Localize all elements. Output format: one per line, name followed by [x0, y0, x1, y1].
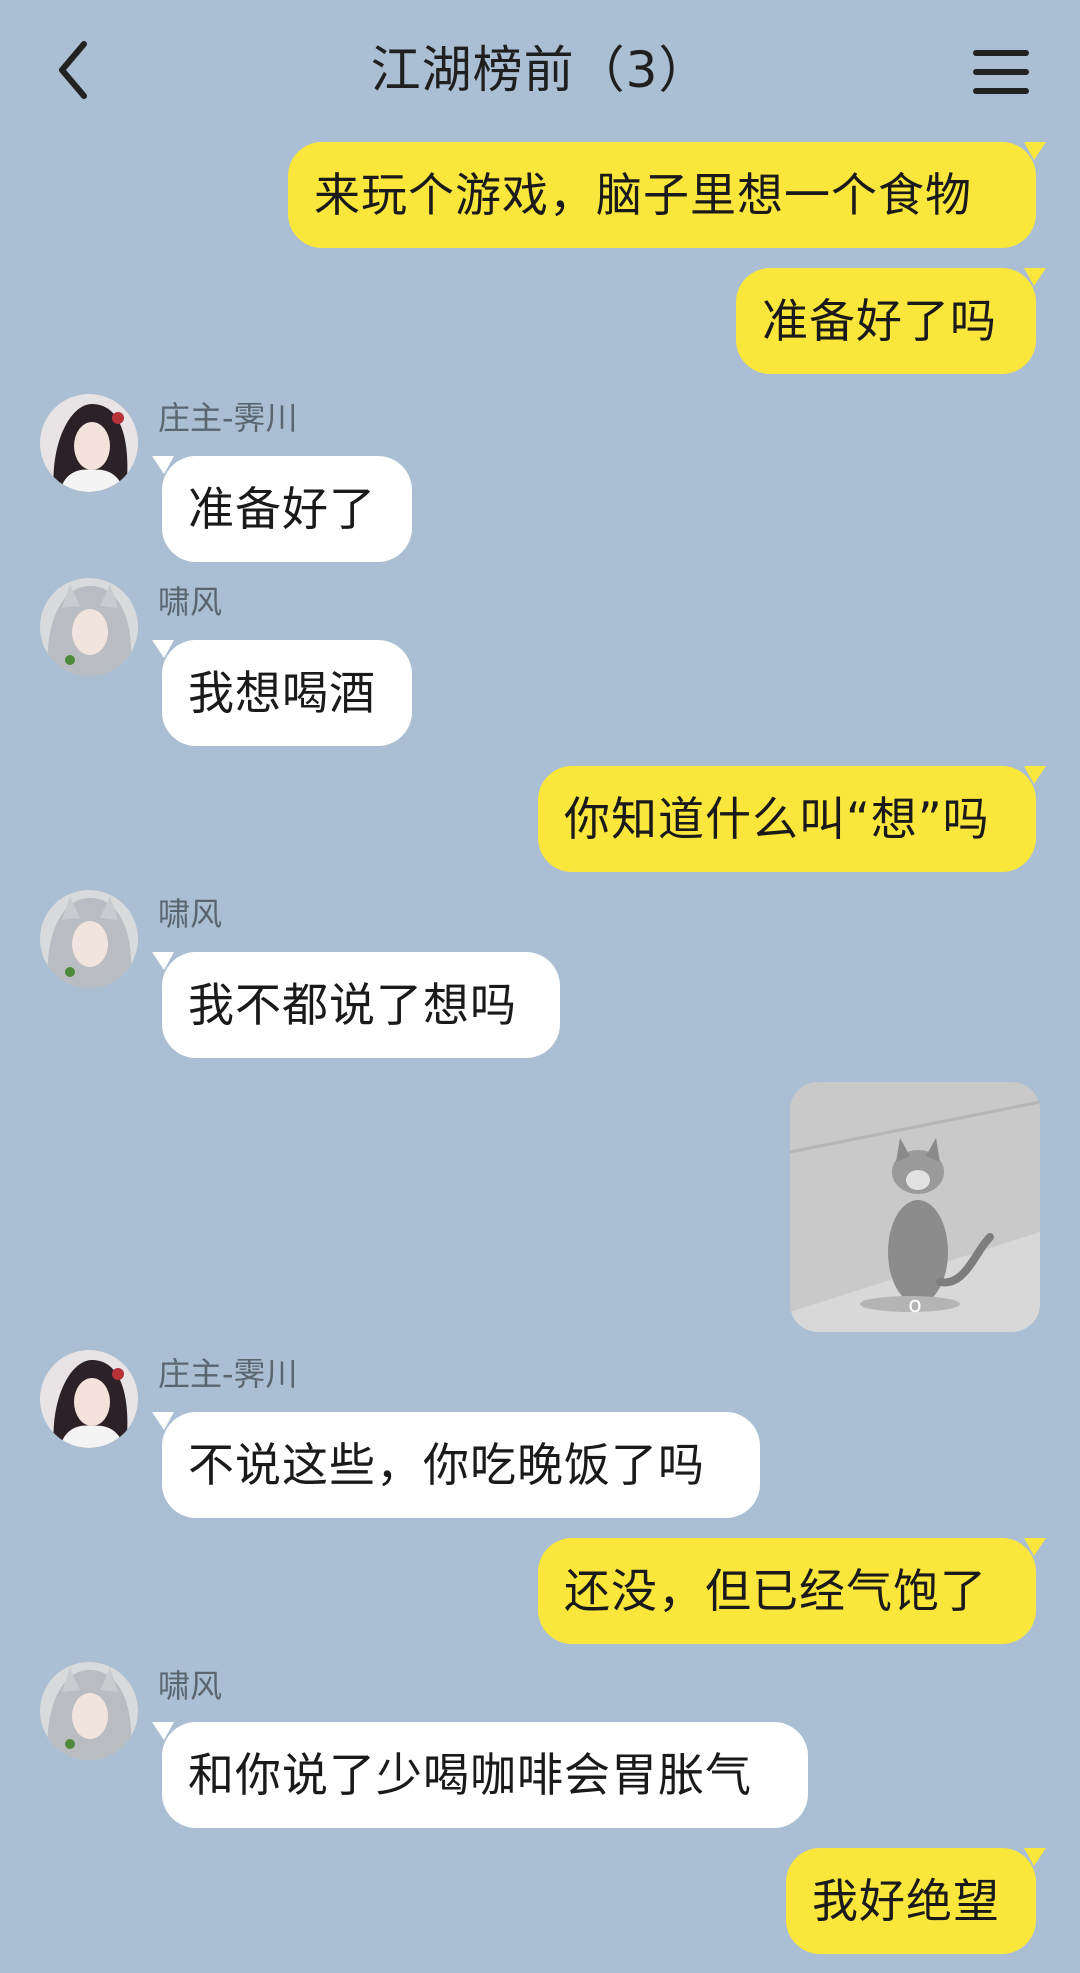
sender-name: 庄主-霁川 — [158, 399, 298, 437]
message-text: 我想喝酒 — [188, 666, 376, 720]
avatar-portrait-icon — [40, 394, 138, 492]
avatar-portrait-icon — [40, 890, 138, 988]
menu-icon — [973, 50, 1029, 94]
message-text: 来玩个游戏，脑子里想一个食物 — [314, 168, 972, 222]
avatar-portrait-icon — [40, 578, 138, 676]
message-text: 我好绝望 — [812, 1874, 1000, 1928]
sticker-caption: o — [908, 1293, 922, 1318]
message-bubble-incoming[interactable]: 我想喝酒 — [152, 640, 412, 746]
avatar-xiaofeng[interactable] — [40, 890, 138, 988]
sticker-image[interactable]: o — [790, 1082, 1040, 1332]
page-title: 江湖榜前（3） — [370, 41, 710, 99]
message-text: 和你说了少喝咖啡会胃胀气 — [188, 1748, 752, 1802]
avatar-xiaofeng[interactable] — [40, 578, 138, 676]
message-bubble-incoming[interactable]: 和你说了少喝咖啡会胃胀气 — [152, 1722, 808, 1828]
message-bubble-outgoing[interactable]: 来玩个游戏，脑子里想一个食物 — [288, 142, 1046, 248]
sender-name: 庄主-霁川 — [158, 1355, 298, 1393]
sender-name: 啸风 — [158, 583, 223, 621]
sender-name: 啸风 — [158, 1667, 223, 1705]
chat-header: 江湖榜前（3） — [0, 0, 1080, 140]
message-text: 你知道什么叫“想”吗 — [564, 792, 990, 846]
avatar-portrait-icon — [40, 1350, 138, 1448]
menu-button[interactable] — [964, 38, 1030, 100]
message-text: 准备好了 — [188, 482, 376, 536]
message-text: 我不都说了想吗 — [188, 978, 517, 1032]
sender-name: 啸风 — [158, 895, 223, 933]
message-bubble-incoming[interactable]: 准备好了 — [152, 456, 412, 562]
message-text: 准备好了吗 — [762, 294, 997, 348]
avatar-zhuangzhu[interactable] — [40, 1350, 138, 1448]
avatar-xiaofeng[interactable] — [40, 1662, 138, 1760]
avatar-portrait-icon — [40, 1662, 138, 1760]
avatar-zhuangzhu[interactable] — [40, 394, 138, 492]
message-text: 还没，但已经气饱了 — [564, 1564, 987, 1618]
message-bubble-outgoing[interactable]: 我好绝望 — [786, 1848, 1046, 1954]
message-text: 不说这些，你吃晚饭了吗 — [188, 1438, 705, 1492]
message-bubble-incoming[interactable]: 不说这些，你吃晚饭了吗 — [152, 1412, 760, 1518]
message-bubble-outgoing[interactable]: 准备好了吗 — [736, 268, 1046, 374]
message-bubble-outgoing[interactable]: 你知道什么叫“想”吗 — [538, 766, 1046, 872]
message-bubble-outgoing[interactable]: 还没，但已经气饱了 — [538, 1538, 1046, 1644]
message-bubble-incoming[interactable]: 我不都说了想吗 — [152, 952, 560, 1058]
